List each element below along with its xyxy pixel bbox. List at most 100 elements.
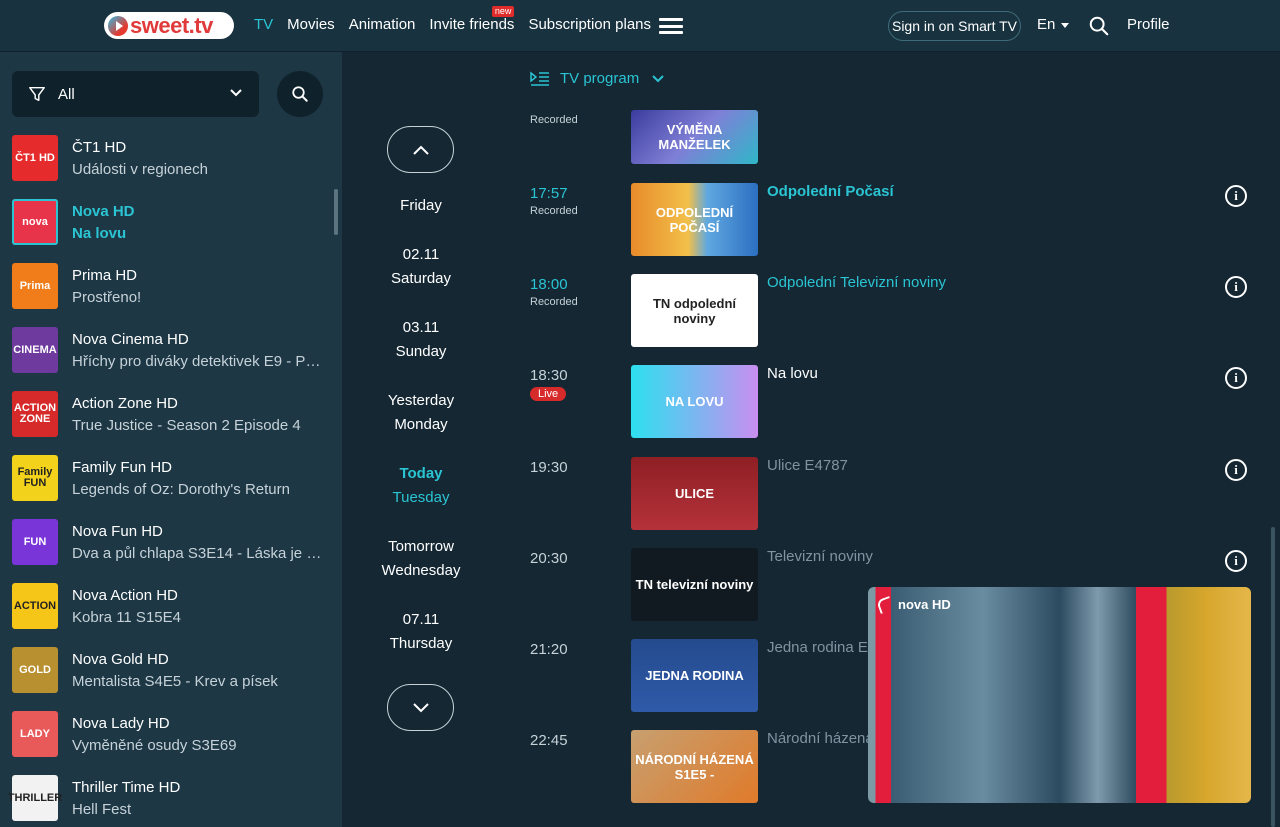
date-line2: Friday [400,197,442,214]
channel-logo: THRILLER [8,775,62,821]
program-row[interactable]: 18:30 Live NA LOVU Na lovu i [530,365,1250,438]
channel-name: Family Fun HD [72,458,173,476]
channel-item[interactable]: ACTION Nova Action HD Kobra 11 S15E4 [0,574,342,638]
nav-tv[interactable]: TV [254,16,273,33]
date-item[interactable]: 07.11 Thursday [342,608,500,656]
nav-invite-friends-label: Invite friends [429,16,515,33]
program-thumbnail[interactable]: JEDNA RODINA [631,639,758,712]
recorded-label: Recorded [530,205,578,217]
channel-current-program: Vyměněné osudy S3E69 [72,736,237,754]
date-line2: Thursday [389,635,453,652]
chevron-up-icon [412,145,429,155]
channel-text: Family Fun HD Legends of Oz: Dorothy's Re… [72,459,322,498]
channel-logo: ČT1 HD [12,135,58,181]
channel-logo: Family FUN [12,455,58,501]
date-item[interactable]: 02.11 Saturday [342,243,500,291]
program-time: 18:30 [530,367,568,384]
dates-down-button[interactable] [387,684,454,731]
program-thumbnail[interactable]: TN odpolední noviny [631,274,758,347]
info-icon[interactable]: i [1225,459,1247,481]
chevron-down-icon [652,74,664,82]
date-line1: Today [399,465,443,482]
program-title[interactable]: Národní házená [767,730,874,747]
channel-name: Nova HD [72,202,135,220]
sidebar-scrollbar[interactable] [334,189,338,235]
dates-up-button[interactable] [387,126,454,173]
channel-item[interactable]: LADY Nova Lady HD Vyměněné osudy S3E69 [0,702,342,766]
channel-logo: LADY [12,711,58,757]
search-icon[interactable] [1088,15,1110,37]
program-thumbnail[interactable]: ULICE [631,457,758,530]
channel-item[interactable]: ACTION ZONE Action Zone HD True Justice - … [0,382,342,446]
play-logo-icon [108,15,128,36]
language-select[interactable]: En [1037,16,1070,33]
channel-name: Nova Lady HD [72,714,170,732]
language-value: En [1037,16,1056,33]
channel-name: Thriller Time HD [72,778,181,796]
program-title[interactable]: Jedna rodina E [767,639,868,656]
date-item[interactable]: Today Tuesday [342,462,500,510]
channel-current-program: True Justice - Season 2 Episode 4 [72,416,301,434]
info-icon[interactable]: i [1225,276,1247,298]
tv-program-label: TV program [560,70,640,87]
channel-name: ČT1 HD [72,138,127,156]
channel-item[interactable]: Family FUN Family Fun HD Legends of Oz: Do… [0,446,342,510]
date-column: Friday 02.11 Saturday 03.11 Sunday Yesterday M… [342,52,500,827]
nav-animation[interactable]: Animation [349,16,416,33]
channel-item[interactable]: nova Nova HD Na lovu [0,190,342,254]
program-thumbnail[interactable]: ODPOLEDNÍ POČASÍ [631,183,758,256]
channel-list: ČT1 HD ČT1 HD Události v regionech nova Nova… [0,126,342,827]
program-title[interactable]: Odpolední Televizní noviny [767,274,946,291]
channel-text: Nova Lady HD Vyměněné osudy S3E69 [72,715,322,754]
channel-current-program: Na lovu [72,224,127,242]
chevron-down-icon [412,702,429,712]
date-item[interactable]: Yesterday Monday [342,389,500,437]
sign-in-smart-tv-button[interactable]: Sign in on Smart TV [888,11,1021,41]
program-row[interactable]: 18:00 Recorded TN odpolední noviny Odpoledn… [530,274,1250,347]
program-thumbnail[interactable]: NA LOVU [631,365,758,438]
info-icon[interactable]: i [1225,185,1247,207]
channel-text: Thriller Time HD Hell Fest [72,779,322,818]
program-time: 20:30 [530,550,568,567]
channel-search-button[interactable] [277,71,323,117]
nav-movies[interactable]: Movies [287,16,335,33]
channel-item[interactable]: CINEMA Nova Cinema HD Hříchy pro diváky de… [0,318,342,382]
channel-item[interactable]: GOLD Nova Gold HD Mentalista S4E5 - Krev a… [0,638,342,702]
channel-item[interactable]: FUN Nova Fun HD Dva a půl chlapa S3E14 - L… [0,510,342,574]
program-title[interactable]: Televizní noviny [767,548,873,565]
sweet-tv-logo[interactable]: sweet.tv [104,12,234,39]
program-row[interactable]: 19:30 ULICE Ulice E4787 i [530,457,1250,530]
mini-video-player[interactable]: nova HD [868,587,1251,803]
back-arrow-icon [876,595,894,614]
player-channel-label: nova HD [898,597,951,612]
date-item[interactable]: 03.11 Sunday [342,316,500,364]
hamburger-menu-icon[interactable] [659,18,683,34]
program-row[interactable]: Recorded VÝMĚNA MANŽELEK [530,110,1250,164]
profile-link[interactable]: Profile [1127,16,1170,33]
channel-filter-dropdown[interactable]: All [12,71,259,117]
program-title[interactable]: Ulice E4787 [767,457,848,474]
info-icon[interactable]: i [1225,550,1247,572]
program-scrollbar[interactable] [1271,527,1275,827]
info-icon[interactable]: i [1225,367,1247,389]
channel-item[interactable]: Prima Prima HD Prostřeno! [0,254,342,318]
channel-text: Nova Fun HD Dva a půl chlapa S3E14 - Lásk… [72,523,322,562]
program-thumbnail[interactable]: TN televizní noviny [631,548,758,621]
tv-program-dropdown[interactable]: TV program [530,70,675,87]
program-title[interactable]: Odpolední Počasí [767,183,894,200]
channel-item[interactable]: THRILLER Thriller Time HD Hell Fest [0,766,342,827]
channel-text: ČT1 HD Události v regionech [72,139,322,178]
channel-current-program: Mentalista S4E5 - Krev a písek [72,672,278,690]
program-thumbnail[interactable]: VÝMĚNA MANŽELEK [631,110,758,164]
channel-current-program: Dva a půl chlapa S3E14 - Láska je d... [72,544,322,562]
nav-invite-friends[interactable]: Invite friends new [429,6,515,33]
program-title[interactable]: Na lovu [767,365,818,382]
date-item[interactable]: Friday [342,170,500,218]
date-line1 [342,170,500,194]
program-row[interactable]: 17:57 Recorded ODPOLEDNÍ POČASÍ Odpolední P… [530,183,1250,256]
nav-subscription-plans[interactable]: Subscription plans [528,16,651,33]
date-item[interactable]: Tomorrow Wednesday [342,535,500,583]
channel-item[interactable]: ČT1 HD ČT1 HD Události v regionech [0,126,342,190]
program-thumbnail[interactable]: NÁRODNÍ HÁZENÁ S1E5 - [631,730,758,803]
channel-current-program: Prostřeno! [72,288,142,306]
